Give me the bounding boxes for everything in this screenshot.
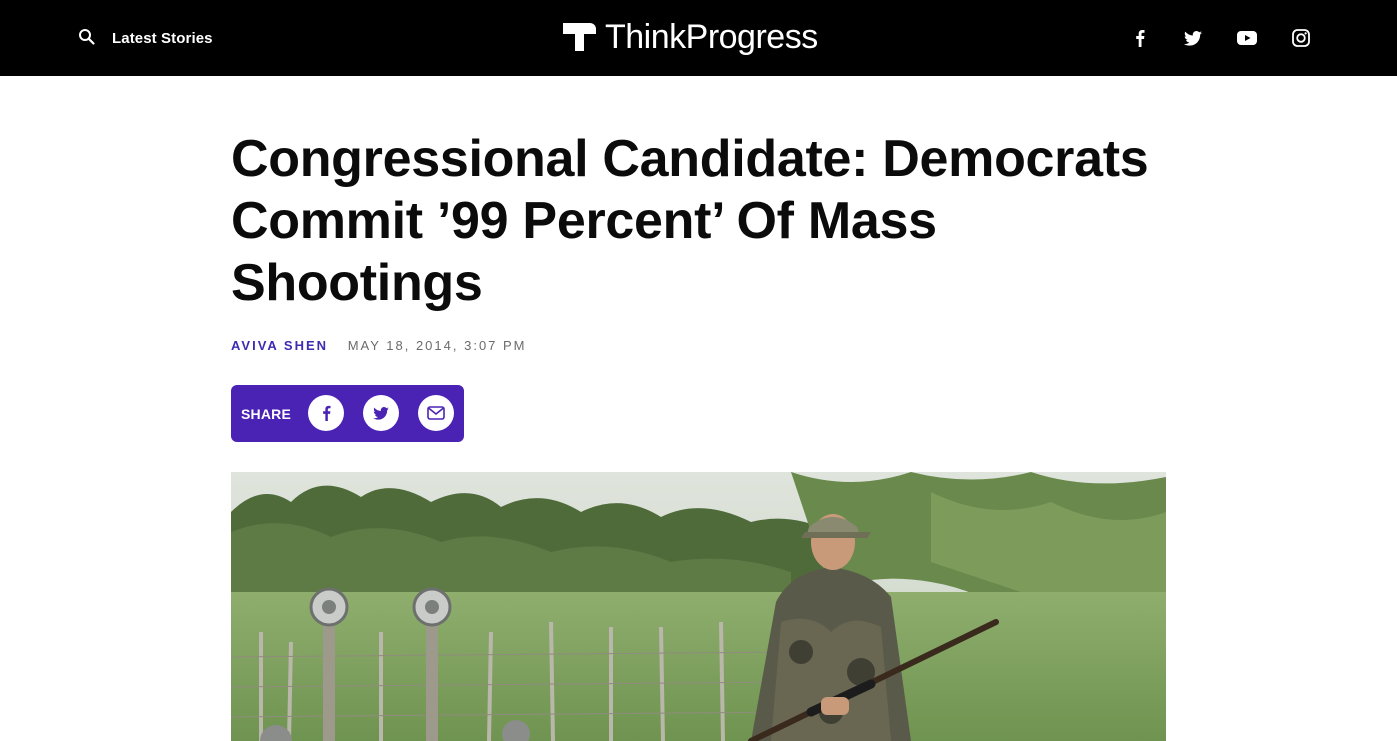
share-twitter-button[interactable] xyxy=(363,395,399,431)
share-label: SHARE xyxy=(241,406,292,422)
email-icon xyxy=(427,406,445,420)
share-email-button[interactable] xyxy=(418,395,454,431)
search-icon[interactable] xyxy=(78,28,96,46)
twitter-icon[interactable] xyxy=(1181,26,1205,50)
youtube-icon[interactable] xyxy=(1235,26,1259,50)
top-nav-bar: Latest Stories ThinkProgress xyxy=(0,0,1397,76)
latest-stories-link[interactable]: Latest Stories xyxy=(112,30,213,47)
article-headline: Congressional Candidate: Democrats Commi… xyxy=(231,130,1149,312)
site-logo[interactable]: ThinkProgress xyxy=(563,16,818,58)
share-bar: SHARE xyxy=(231,385,464,442)
hero-photo xyxy=(231,472,1166,741)
share-facebook-button[interactable] xyxy=(308,395,344,431)
logo-mark-icon xyxy=(563,23,596,51)
twitter-icon xyxy=(373,406,389,420)
instagram-icon[interactable] xyxy=(1289,26,1313,50)
facebook-icon[interactable] xyxy=(1128,26,1152,50)
facebook-icon xyxy=(322,405,330,421)
publish-date: MAY 18, 2014, 3:07 PM xyxy=(347,338,527,353)
logo-text: ThinkProgress xyxy=(605,18,818,56)
byline: AVIVA SHEN MAY 18, 2014, 3:07 PM xyxy=(231,338,527,353)
author-link[interactable]: AVIVA SHEN xyxy=(231,338,328,353)
